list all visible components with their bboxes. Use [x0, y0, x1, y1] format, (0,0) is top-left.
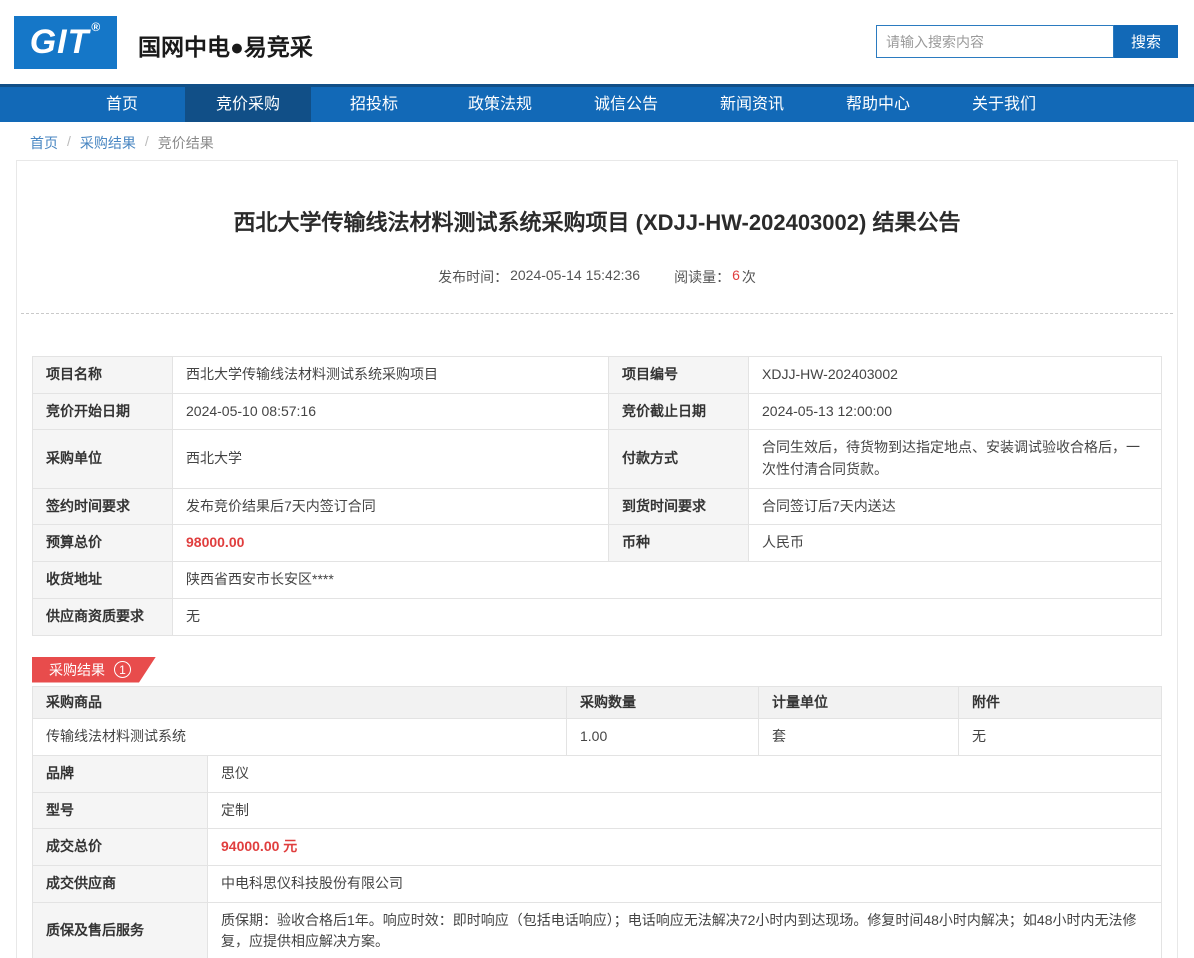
currency-value: 人民币	[748, 524, 1162, 563]
product-table: 采购商品 采购数量 计量单位 附件 传输线法材料测试系统 1.00 套 无	[32, 685, 1162, 756]
brand-label: 品牌	[32, 754, 208, 793]
bid-end-value: 2024-05-13 12:00:00	[748, 392, 1162, 431]
search-button[interactable]: 搜索	[1114, 25, 1178, 58]
unit-column-header: 计量单位	[758, 685, 959, 720]
product-unit-cell: 套	[758, 718, 959, 756]
nav-item-integrity-notices[interactable]: 诚信公告	[563, 87, 689, 122]
attachment-column-header: 附件	[958, 685, 1162, 720]
breadcrumb-separator: /	[144, 133, 149, 149]
winning-supplier-value: 中电科思仪科技股份有限公司	[207, 864, 1162, 903]
delivery-address-value: 陕西省西安市长安区****	[172, 561, 1162, 599]
breadcrumb-separator: /	[67, 133, 71, 149]
nav-item-tenders[interactable]: 招投标	[311, 87, 437, 122]
product-quantity-cell: 1.00	[566, 718, 759, 756]
purchase-result-badge-label: 采购结果	[49, 661, 105, 678]
nav-item-home[interactable]: 首页	[59, 87, 185, 122]
search-input[interactable]	[876, 25, 1114, 58]
read-count-label: 阅读量：	[674, 269, 731, 285]
delivery-address-label: 收货地址	[32, 561, 173, 599]
main-nav-items: 首页 竞价采购 招投标 政策法规 诚信公告 新闻资讯 帮助中心 关于我们	[59, 87, 1194, 122]
main-nav: 首页 竞价采购 招投标 政策法规 诚信公告 新闻资讯 帮助中心 关于我们	[0, 84, 1194, 122]
delivery-time-label: 到货时间要求	[608, 487, 749, 526]
currency-label: 币种	[608, 524, 749, 563]
bid-end-label: 竞价截止日期	[608, 392, 749, 431]
warranty-service-label: 质保及售后服务	[32, 901, 208, 958]
project-name-value: 西北大学传输线法材料测试系统采购项目	[172, 356, 609, 394]
supplier-qualification-value: 无	[172, 597, 1162, 636]
product-name-cell: 传输线法材料测试系统	[32, 718, 567, 756]
table-row: 传输线法材料测试系统 1.00 套 无	[32, 718, 1162, 756]
purchase-result-badge: 采购结果 1	[32, 657, 156, 683]
site-header: GIT® 国网中电●易竞采 搜索	[0, 0, 1194, 84]
nav-item-help-center[interactable]: 帮助中心	[815, 87, 941, 122]
model-value: 定制	[207, 791, 1162, 830]
nav-item-news[interactable]: 新闻资讯	[689, 87, 815, 122]
table-row: 成交总价 94000.00 元	[32, 828, 1162, 866]
breadcrumb-current: 竞价结果	[157, 135, 214, 151]
logo-text: GIT	[29, 23, 90, 61]
table-row: 竞价开始日期 2024-05-10 08:57:16 竞价截止日期 2024-0…	[32, 392, 1162, 431]
bid-start-value: 2024-05-10 08:57:16	[172, 392, 609, 431]
payment-method-value: 合同生效后，待货物到达指定地点、安装调试验收合格后，一次性付清合同货款。	[748, 429, 1162, 489]
project-info-table: 项目名称 西北大学传输线法材料测试系统采购项目 项目编号 XDJJ-HW-202…	[32, 356, 1162, 636]
article-meta: 发布时间： 2024-05-14 15:42:36 阅读量： 6 次	[17, 267, 1177, 287]
payment-method-label: 付款方式	[608, 429, 749, 489]
table-row: 采购单位 西北大学 付款方式 合同生效后，待货物到达指定地点、安装调试验收合格后…	[32, 429, 1162, 489]
table-row: 签约时间要求 发布竞价结果后7天内签订合同 到货时间要求 合同签订后7天内送达	[32, 487, 1162, 526]
site-logo[interactable]: GIT ®	[14, 16, 117, 69]
site-title: 国网中电●易竞采	[138, 34, 313, 60]
announcement-card: 西北大学传输线法材料测试系统采购项目 (XDJJ-HW-202403002) 结…	[16, 160, 1178, 958]
purchaser-label: 采购单位	[32, 429, 173, 489]
table-row: 质保及售后服务 质保期：验收合格后1年。响应时效：即时响应（包括电话响应）；电话…	[32, 901, 1162, 958]
publish-time-label: 发布时间：	[438, 269, 509, 285]
quantity-column-header: 采购数量	[566, 685, 759, 720]
project-number-label: 项目编号	[608, 356, 749, 394]
product-column-header: 采购商品	[32, 685, 567, 720]
supplier-qualification-label: 供应商资质要求	[32, 597, 173, 636]
nav-item-bidding-purchase[interactable]: 竞价采购	[185, 87, 311, 122]
table-row: 供应商资质要求 无	[32, 597, 1162, 636]
publish-time-value: 2024-05-14 15:42:36	[510, 267, 641, 283]
sign-time-label: 签约时间要求	[32, 487, 173, 526]
project-number-value: XDJJ-HW-202403002	[748, 356, 1162, 394]
deal-price-label: 成交总价	[32, 828, 208, 866]
dashed-divider	[21, 313, 1173, 314]
registered-mark: ®	[91, 20, 102, 34]
model-label: 型号	[32, 791, 208, 830]
nav-item-about-us[interactable]: 关于我们	[941, 87, 1067, 122]
table-row: 成交供应商 中电科思仪科技股份有限公司	[32, 864, 1162, 903]
winning-supplier-label: 成交供应商	[32, 864, 208, 903]
table-row: 型号 定制	[32, 791, 1162, 830]
project-name-label: 项目名称	[32, 356, 173, 394]
table-row: 收货地址 陕西省西安市长安区****	[32, 561, 1162, 599]
publish-time: 发布时间： 2024-05-14 15:42:36	[438, 267, 640, 287]
budget-label: 预算总价	[32, 524, 173, 563]
nav-item-policies[interactable]: 政策法规	[437, 87, 563, 122]
search-box: 搜索	[876, 25, 1178, 58]
read-count-value: 6	[732, 267, 740, 283]
purchaser-value: 西北大学	[172, 429, 609, 489]
product-attachment-cell: 无	[958, 718, 1162, 756]
sign-time-value: 发布竞价结果后7天内签订合同	[172, 487, 609, 526]
breadcrumb-home[interactable]: 首页	[30, 133, 58, 160]
table-row: 项目名称 西北大学传输线法材料测试系统采购项目 项目编号 XDJJ-HW-202…	[32, 356, 1162, 394]
table-row: 预算总价 98000.00 币种 人民币	[32, 524, 1162, 563]
table-header-row: 采购商品 采购数量 计量单位 附件	[32, 685, 1162, 720]
breadcrumb-purchase-results[interactable]: 采购结果	[80, 133, 136, 160]
read-count: 阅读量： 6 次	[674, 267, 756, 287]
deal-price-value: 94000.00 元	[207, 828, 1162, 866]
page-title: 西北大学传输线法材料测试系统采购项目 (XDJJ-HW-202403002) 结…	[233, 210, 961, 235]
result-details-table: 品牌 思仪 型号 定制 成交总价 94000.00 元 成交供应商 中电科思仪科…	[32, 754, 1162, 958]
budget-value: 98000.00	[172, 524, 609, 563]
read-count-unit: 次	[741, 269, 756, 285]
purchase-result-badge-count: 1	[114, 661, 131, 678]
breadcrumb: 首页 / 采购结果 / 竞价结果	[0, 122, 1194, 160]
warranty-service-value: 质保期：验收合格后1年。响应时效：即时响应（包括电话响应）；电话响应无法解决72…	[207, 901, 1162, 958]
bid-start-label: 竞价开始日期	[32, 392, 173, 431]
table-row: 品牌 思仪	[32, 754, 1162, 793]
delivery-time-value: 合同签订后7天内送达	[748, 487, 1162, 526]
brand-value: 思仪	[207, 754, 1162, 793]
